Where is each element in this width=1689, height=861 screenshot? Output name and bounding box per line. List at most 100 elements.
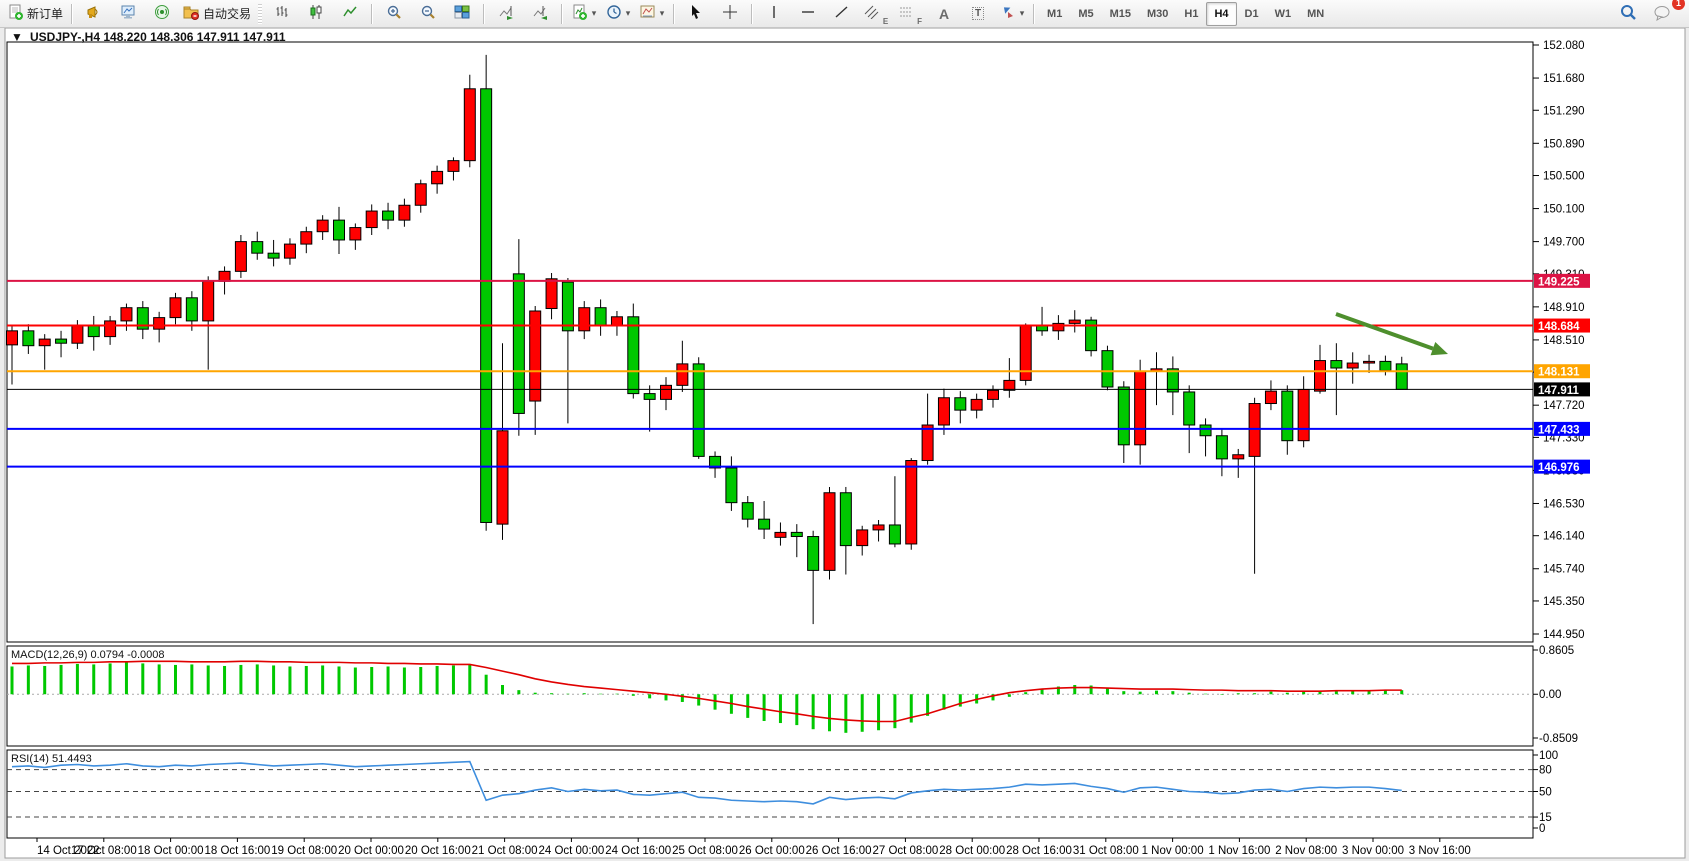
timeframe-group: M1M5M15M30H1H4D1W1MN (1039, 2, 1332, 26)
candle-body (1167, 369, 1178, 392)
periods-button[interactable]: ▾ (601, 1, 635, 27)
candle-body (1396, 364, 1407, 390)
text-label-tool-button[interactable]: T (961, 1, 995, 27)
templates-button[interactable]: ▾ (635, 1, 669, 27)
timeframe-button-h4[interactable]: H4 (1206, 2, 1236, 26)
svg-text:24 Oct 00:00: 24 Oct 00:00 (538, 845, 604, 857)
candle-body (1135, 371, 1146, 445)
auto-scroll-button[interactable] (489, 1, 523, 27)
timeframe-button-w1[interactable]: W1 (1267, 2, 1300, 26)
equidistant-channel-tool-button[interactable]: E (859, 1, 893, 27)
candle-body (546, 279, 557, 309)
line-chart-button[interactable] (333, 1, 367, 27)
svg-text:147.720: 147.720 (1543, 400, 1585, 412)
svg-text:1 Nov 00:00: 1 Nov 00:00 (1142, 845, 1204, 857)
tile-windows-button[interactable] (445, 1, 479, 27)
indicators-button[interactable]: ▾ (567, 1, 601, 27)
candle-body (366, 211, 377, 228)
svg-text:145.350: 145.350 (1543, 596, 1585, 608)
candle-body (497, 431, 508, 524)
candle-body (334, 220, 345, 240)
zoom-in-button[interactable] (377, 1, 411, 27)
candle-body (579, 308, 590, 331)
svg-text:1 Nov 16:00: 1 Nov 16:00 (1208, 845, 1270, 857)
candle-body (824, 493, 835, 571)
timeframe-button-m30[interactable]: M30 (1139, 2, 1176, 26)
chart-window[interactable]: 152.080151.680151.290150.890150.500150.1… (0, 0, 1689, 861)
crosshair-tool-button[interactable] (713, 1, 747, 27)
fibonacci-icon (898, 5, 914, 22)
candle-body (186, 298, 197, 321)
search-icon (1619, 3, 1637, 24)
new-order-button[interactable]: 新订单 (4, 1, 67, 27)
zoom-out-button[interactable] (411, 1, 445, 27)
main-panel[interactable] (7, 42, 1533, 642)
timeframe-button-mn[interactable]: MN (1299, 2, 1332, 26)
svg-text:0: 0 (1539, 823, 1545, 835)
svg-text:146.140: 146.140 (1543, 531, 1585, 543)
candle-body (1364, 361, 1375, 363)
vertical-line-tool-button[interactable] (757, 1, 791, 27)
candle-chart-button[interactable] (299, 1, 333, 27)
trendline-tool-button[interactable] (825, 1, 859, 27)
candle-body (677, 364, 688, 385)
candle-body (432, 171, 443, 183)
candle-body (1380, 361, 1391, 370)
timeframe-button-d1[interactable]: D1 (1237, 2, 1267, 26)
svg-text:24 Oct 16:00: 24 Oct 16:00 (605, 845, 671, 857)
auto-trading-button[interactable]: 自动交易 (179, 1, 255, 27)
candle-body (1053, 323, 1064, 330)
svg-text:145.740: 145.740 (1543, 564, 1585, 576)
timeframe-button-m15[interactable]: M15 (1102, 2, 1139, 26)
dropdown-arrow-icon: ▾ (1020, 8, 1025, 19)
svg-text:0.8605: 0.8605 (1539, 645, 1574, 657)
candle-body (759, 519, 770, 529)
separator (673, 4, 675, 24)
candle-body (988, 390, 999, 399)
candle-body (1200, 425, 1211, 436)
candle-body (840, 493, 851, 546)
timeframe-button-m5[interactable]: M5 (1070, 2, 1101, 26)
broadcast-button[interactable] (145, 1, 179, 27)
horizontal-line-tool-button[interactable] (791, 1, 825, 27)
svg-text:3 Nov 16:00: 3 Nov 16:00 (1409, 845, 1471, 857)
candle-body (317, 220, 328, 232)
candle-body (873, 525, 884, 530)
svg-text:21 Oct 08:00: 21 Oct 08:00 (472, 845, 538, 857)
separator (371, 4, 373, 24)
market-depth-button[interactable] (111, 1, 145, 27)
chart-shift-button[interactable] (523, 1, 557, 27)
svg-text:148.131: 148.131 (1538, 367, 1580, 379)
svg-text:18 Oct 16:00: 18 Oct 16:00 (204, 845, 270, 857)
candle-body (726, 468, 737, 503)
svg-text:26 Oct 16:00: 26 Oct 16:00 (806, 845, 872, 857)
timeframe-button-m1[interactable]: M1 (1039, 2, 1070, 26)
arrows-tool-button[interactable]: ▾ (995, 1, 1029, 27)
fibonacci-tool-button[interactable]: F (893, 1, 927, 27)
candle-body (481, 89, 492, 523)
timeframe-button-h1[interactable]: H1 (1176, 2, 1206, 26)
chart-collapse-icon[interactable]: ▼ (11, 30, 23, 44)
candle-body (219, 271, 230, 281)
channel-letter: E (883, 17, 888, 26)
channel-icon (864, 5, 880, 22)
text-tool-button[interactable]: A (927, 1, 961, 27)
line-chart-icon (342, 4, 358, 23)
candle-body (742, 503, 753, 520)
bar-chart-button[interactable] (265, 1, 299, 27)
cursor-tool-button[interactable] (679, 1, 713, 27)
crosshair-icon (722, 4, 738, 23)
auto-scroll-icon (498, 4, 514, 23)
svg-text:148.510: 148.510 (1543, 335, 1585, 347)
candle-body (88, 326, 99, 337)
new-order-icon (8, 4, 24, 23)
candle-body (611, 317, 622, 326)
candle-body (562, 282, 573, 331)
signals-button[interactable] (77, 1, 111, 27)
notifications-button[interactable]: 1 (1645, 1, 1679, 27)
vertical-line-icon (768, 4, 780, 23)
svg-text:80: 80 (1539, 765, 1552, 777)
dropdown-arrow-icon: ▾ (626, 8, 631, 19)
candle-body (889, 525, 900, 544)
search-button[interactable] (1611, 1, 1645, 27)
